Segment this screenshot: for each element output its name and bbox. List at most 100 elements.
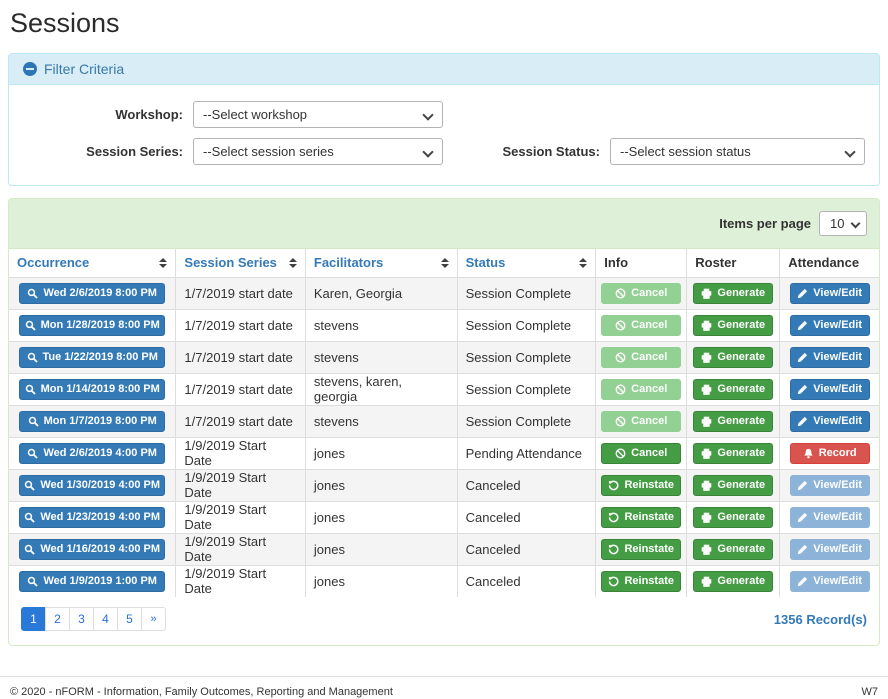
generate-roster-button[interactable]: Generate: [693, 283, 773, 304]
cancel-button: Cancel: [601, 347, 681, 368]
pagination: 12345»: [21, 607, 166, 631]
pencil-icon: [797, 320, 808, 331]
status-cell: Session Complete: [457, 277, 596, 309]
generate-roster-button[interactable]: Generate: [693, 475, 773, 496]
status-cell: Session Complete: [457, 405, 596, 437]
pencil-icon: [797, 352, 808, 363]
view-edit-attendance-button[interactable]: View/Edit: [790, 411, 870, 432]
reinstate-button[interactable]: Reinstate: [601, 507, 681, 528]
occurrence-button[interactable]: Tue 1/22/2019 8:00 PM: [19, 347, 165, 368]
status-cell: Session Complete: [457, 373, 596, 405]
ban-icon: [615, 288, 626, 299]
ban-icon: [615, 448, 626, 459]
generate-roster-button[interactable]: Generate: [693, 379, 773, 400]
workshop-label: Workshop:: [23, 107, 183, 122]
pagination-page-1[interactable]: 1: [21, 607, 46, 631]
occurrence-button[interactable]: Wed 2/6/2019 4:00 PM: [19, 443, 165, 464]
sessions-table-body: Wed 2/6/2019 8:00 PM1/7/2019 start dateK…: [9, 277, 879, 597]
generate-roster-button[interactable]: Generate: [693, 507, 773, 528]
pagination-page-5[interactable]: 5: [117, 607, 142, 631]
pencil-icon: [797, 544, 808, 555]
column-header-roster: Roster: [687, 249, 780, 277]
filter-panel-header[interactable]: Filter Criteria: [9, 54, 879, 85]
occurrence-button[interactable]: Wed 1/16/2019 4:00 PM: [19, 539, 165, 560]
occurrence-button[interactable]: Wed 1/9/2019 1:00 PM: [19, 571, 165, 592]
printer-icon: [701, 576, 712, 587]
printer-icon: [701, 416, 712, 427]
ban-icon: [615, 320, 626, 331]
view-edit-attendance-button[interactable]: View/Edit: [790, 315, 870, 336]
facilitators-cell: stevens: [305, 309, 457, 341]
session-series-cell: 1/7/2019 start date: [176, 405, 305, 437]
reinstate-button[interactable]: Reinstate: [601, 539, 681, 560]
session-series-cell: 1/7/2019 start date: [176, 373, 305, 405]
view-edit-attendance-button[interactable]: View/Edit: [790, 379, 870, 400]
occurrence-button[interactable]: Mon 1/28/2019 8:00 PM: [19, 315, 165, 336]
printer-icon: [701, 320, 712, 331]
view-edit-attendance-button[interactable]: View/Edit: [790, 347, 870, 368]
cancel-button[interactable]: Cancel: [601, 443, 681, 464]
column-header-session-series[interactable]: Session Series: [176, 249, 305, 277]
reinstate-button[interactable]: Reinstate: [601, 571, 681, 592]
workshop-select[interactable]: --Select workshop: [193, 101, 443, 128]
session-series-cell: 1/7/2019 start date: [176, 277, 305, 309]
column-header-attendance: Attendance: [780, 249, 879, 277]
status-cell: Session Complete: [457, 309, 596, 341]
printer-icon: [701, 384, 712, 395]
printer-icon: [701, 512, 712, 523]
generate-roster-button[interactable]: Generate: [693, 539, 773, 560]
session-series-cell: 1/9/2019 Start Date: [176, 565, 305, 597]
pagination-page-3[interactable]: 3: [69, 607, 94, 631]
search-icon: [25, 320, 36, 331]
pagination-next-button[interactable]: »: [141, 607, 166, 631]
search-icon: [27, 352, 38, 363]
occurrence-button[interactable]: Mon 1/14/2019 8:00 PM: [19, 379, 165, 400]
minus-circle-icon: [23, 62, 37, 76]
view-edit-attendance-button[interactable]: View/Edit: [790, 283, 870, 304]
facilitators-cell: stevens: [305, 341, 457, 373]
session-series-cell: 1/9/2019 Start Date: [176, 437, 305, 469]
facilitators-cell: stevens: [305, 405, 457, 437]
site-footer: © 2020 - nFORM - Information, Family Out…: [0, 676, 888, 699]
generate-roster-button[interactable]: Generate: [693, 443, 773, 464]
printer-icon: [701, 448, 712, 459]
occurrence-button[interactable]: Mon 1/7/2019 8:00 PM: [19, 411, 165, 432]
generate-roster-button[interactable]: Generate: [693, 411, 773, 432]
column-header-status[interactable]: Status: [457, 249, 596, 277]
facilitators-cell: jones: [305, 501, 457, 533]
session-series-select[interactable]: --Select session series: [193, 138, 443, 165]
column-header-facilitators[interactable]: Facilitators: [305, 249, 457, 277]
printer-icon: [701, 544, 712, 555]
session-status-select-value: --Select session status: [620, 144, 751, 159]
pagination-page-2[interactable]: 2: [45, 607, 70, 631]
session-series-cell: 1/9/2019 Start Date: [176, 501, 305, 533]
session-series-label: Session Series:: [23, 144, 183, 159]
column-header-occurrence[interactable]: Occurrence: [9, 249, 176, 277]
workshop-select-value: --Select workshop: [203, 107, 307, 122]
search-icon: [25, 384, 36, 395]
session-status-select[interactable]: --Select session status: [610, 138, 865, 165]
generate-roster-button[interactable]: Generate: [693, 347, 773, 368]
record-count: 1356 Record(s): [774, 612, 867, 627]
view-edit-attendance-button: View/Edit: [790, 571, 870, 592]
occurrence-button[interactable]: Wed 1/23/2019 4:00 PM: [19, 507, 165, 528]
generate-roster-button[interactable]: Generate: [693, 571, 773, 592]
table-row: Wed 1/16/2019 4:00 PM1/9/2019 Start Date…: [9, 533, 879, 565]
search-icon: [24, 480, 35, 491]
record-attendance-button[interactable]: Record: [790, 443, 870, 464]
table-row: Wed 1/9/2019 1:00 PM1/9/2019 Start Datej…: [9, 565, 879, 597]
pencil-icon: [797, 288, 808, 299]
cancel-button: Cancel: [601, 379, 681, 400]
table-row: Mon 1/28/2019 8:00 PM1/7/2019 start date…: [9, 309, 879, 341]
view-edit-attendance-button: View/Edit: [790, 539, 870, 560]
search-icon: [24, 544, 35, 555]
generate-roster-button[interactable]: Generate: [693, 315, 773, 336]
pagination-page-4[interactable]: 4: [93, 607, 118, 631]
sort-icon: [441, 258, 449, 268]
occurrence-button[interactable]: Wed 2/6/2019 8:00 PM: [19, 283, 165, 304]
items-per-page-select[interactable]: 10: [819, 211, 867, 236]
table-header-row: OccurrenceSession SeriesFacilitatorsStat…: [9, 249, 879, 277]
table-row: Wed 1/23/2019 4:00 PM 1/9/2019 Start Date…: [9, 501, 879, 533]
reinstate-button[interactable]: Reinstate: [601, 475, 681, 496]
occurrence-button[interactable]: Wed 1/30/2019 4:00 PM: [19, 475, 165, 496]
